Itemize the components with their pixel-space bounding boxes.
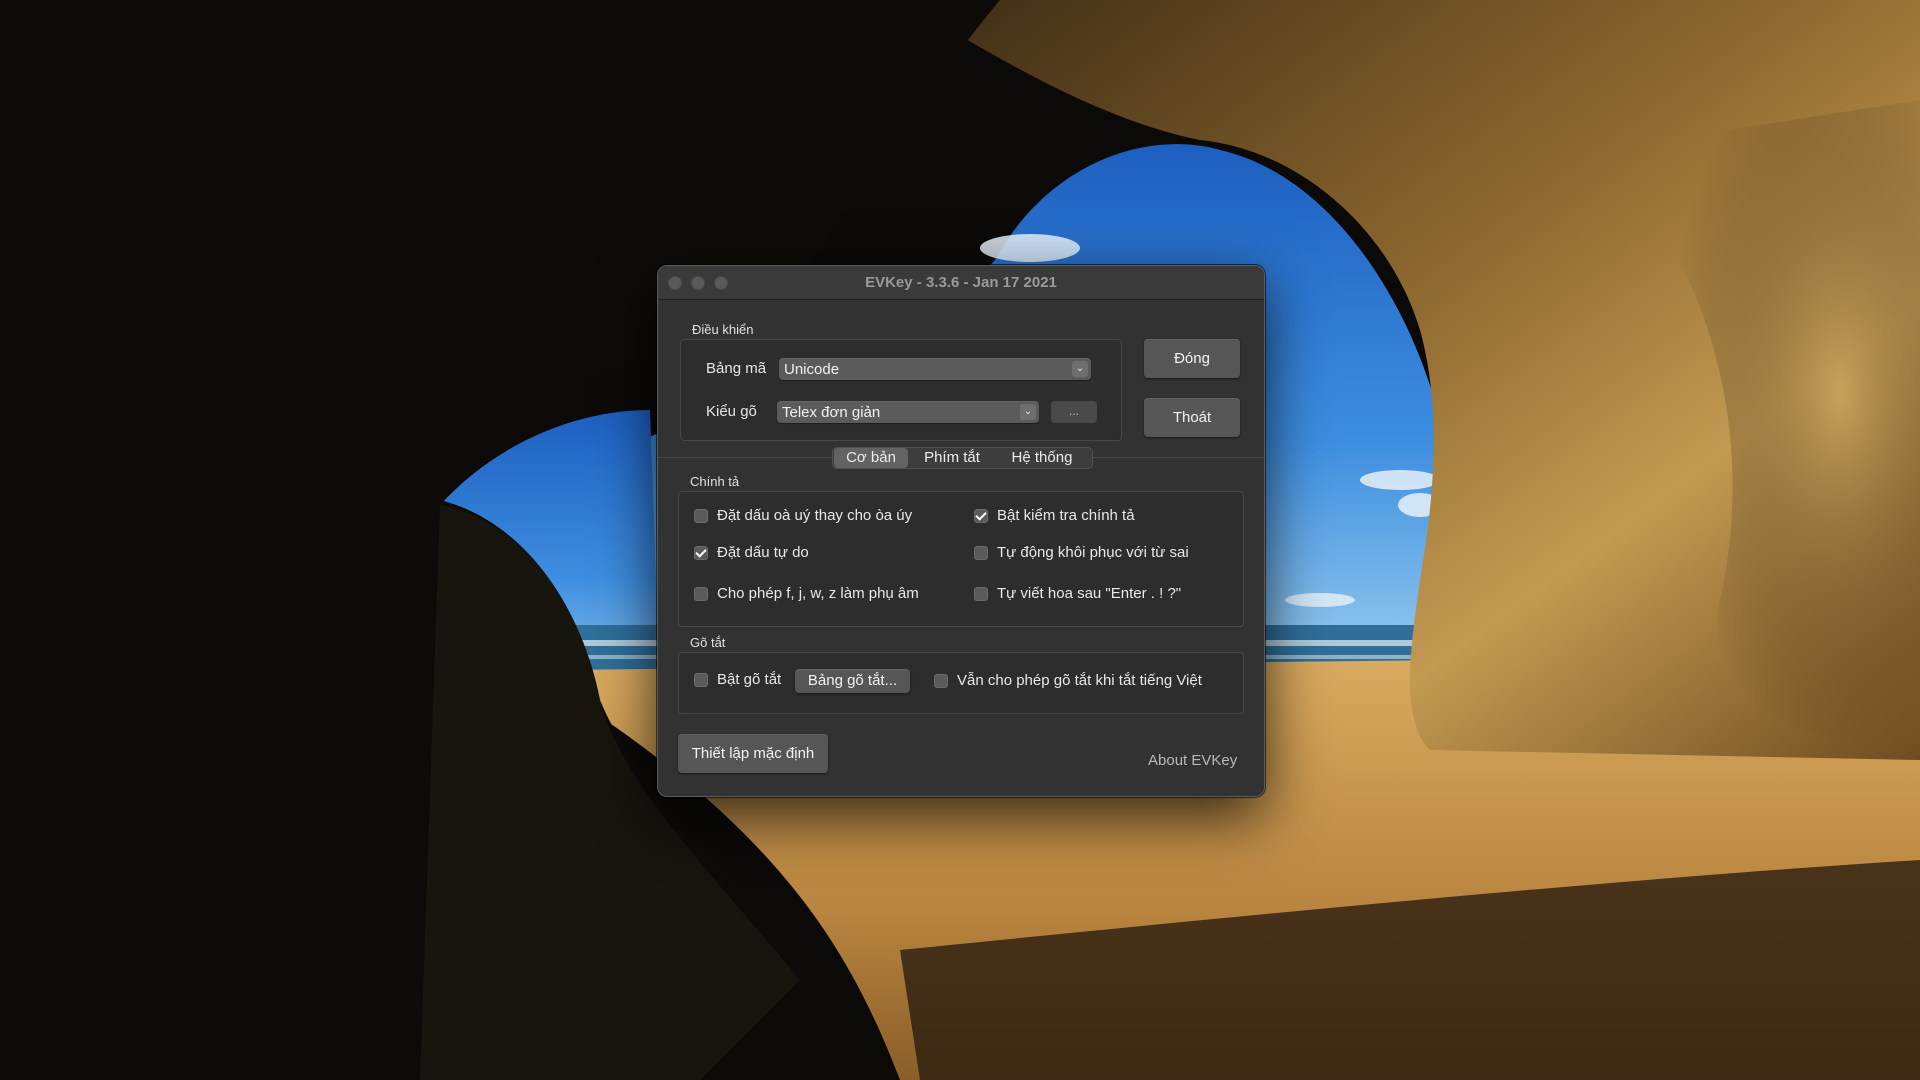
enable-shortcut-checkbox[interactable] (694, 673, 708, 687)
reset-defaults-button[interactable]: Thiết lập mặc định (678, 734, 828, 773)
spelling-option-4-label[interactable]: Tự động khôi phục với từ sai (997, 544, 1189, 561)
spelling-option-5-label[interactable]: Cho phép f, j, w, z làm phụ âm (717, 585, 919, 602)
charset-label: Bảng mã (706, 360, 767, 377)
spelling-option-3-label[interactable]: Đặt dấu tự do (717, 544, 809, 561)
tab-system[interactable]: Hệ thống (995, 448, 1089, 468)
tab-bar: Cơ bản Phím tắt Hệ thống (832, 447, 1093, 469)
window-titlebar[interactable]: EVKey - 3.3.6 - Jan 17 2021 (658, 266, 1264, 300)
evkey-window: EVKey - 3.3.6 - Jan 17 2021 Điều khiển B… (657, 265, 1265, 797)
spelling-section-title: Chính tả (690, 474, 740, 489)
shortcut-table-button[interactable]: Bảng gõ tắt... (795, 669, 910, 693)
control-section-title: Điều khiển (692, 322, 754, 337)
allow-shortcut-label[interactable]: Vẫn cho phép gõ tắt khi tắt tiếng Việt (957, 672, 1202, 689)
quit-button[interactable]: Thoát (1144, 398, 1240, 437)
spelling-option-3-checkbox[interactable] (694, 546, 708, 560)
spelling-option-5-checkbox[interactable] (694, 587, 708, 601)
spelling-option-1-label[interactable]: Đặt dấu oà uý thay cho òa úy (717, 507, 912, 524)
spelling-option-6-label[interactable]: Tự viết hoa sau "Enter . ! ?" (997, 585, 1181, 602)
tab-basic[interactable]: Cơ bản (834, 448, 908, 468)
chevron-updown-icon: ⌄ (1072, 361, 1088, 377)
input-method-value: Telex đơn giản (782, 404, 881, 421)
close-button[interactable]: Đóng (1144, 339, 1240, 378)
input-method-options-button[interactable]: ... (1051, 401, 1097, 423)
control-group-box (680, 339, 1122, 441)
spelling-option-2-checkbox[interactable] (974, 509, 988, 523)
tab-shortcuts[interactable]: Phím tắt (911, 448, 993, 468)
enable-shortcut-label[interactable]: Bật gõ tắt (717, 671, 781, 688)
spelling-option-6-checkbox[interactable] (974, 587, 988, 601)
about-evkey-link[interactable]: About EVKey (1148, 752, 1237, 769)
input-method-popup[interactable]: Telex đơn giản ⌄ (777, 401, 1039, 423)
input-method-label: Kiểu gõ (706, 403, 757, 420)
shortcut-section-title: Gõ tắt (690, 635, 726, 650)
spelling-option-4-checkbox[interactable] (974, 546, 988, 560)
allow-shortcut-checkbox[interactable] (934, 674, 948, 688)
charset-value: Unicode (784, 361, 840, 378)
chevron-updown-icon: ⌄ (1020, 404, 1036, 420)
spelling-option-1-checkbox[interactable] (694, 509, 708, 523)
charset-popup[interactable]: Unicode ⌄ (779, 358, 1091, 380)
window-title: EVKey - 3.3.6 - Jan 17 2021 (865, 274, 1057, 291)
spelling-option-2-label[interactable]: Bật kiểm tra chính tả (997, 507, 1135, 524)
